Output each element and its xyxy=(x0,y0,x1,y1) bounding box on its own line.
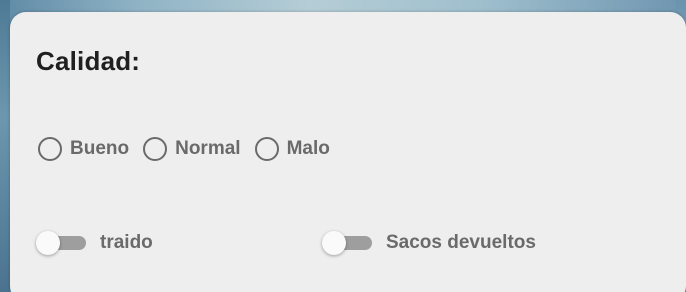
toggle-label: Sacos devueltos xyxy=(386,232,536,253)
radio-button-icon[interactable] xyxy=(38,137,62,161)
toggle-traido[interactable]: traido xyxy=(36,231,153,255)
radio-label: Normal xyxy=(175,138,241,159)
toggle-sacos-devueltos[interactable]: Sacos devueltos xyxy=(322,231,536,255)
radio-option-normal[interactable]: Normal xyxy=(143,137,241,161)
radio-option-malo[interactable]: Malo xyxy=(254,137,330,161)
toggle-thumb[interactable] xyxy=(322,231,346,255)
radio-option-bueno[interactable]: Bueno xyxy=(38,137,129,161)
radio-label: Bueno xyxy=(70,138,130,159)
section-title: Calidad: xyxy=(36,46,141,76)
radio-button-icon[interactable] xyxy=(254,137,279,161)
quality-radio-group: Bueno Normal Malo xyxy=(38,137,344,161)
quality-card: Calidad: Bueno Normal Malo traido Sacos … xyxy=(10,12,686,292)
toggle-switch[interactable] xyxy=(36,231,86,255)
toggle-thumb[interactable] xyxy=(36,231,60,255)
radio-button-icon[interactable] xyxy=(143,137,168,161)
toggle-switch[interactable] xyxy=(322,231,372,255)
radio-label: Malo xyxy=(286,138,330,159)
background-edge-left xyxy=(0,0,10,292)
toggle-label: traido xyxy=(100,232,153,253)
